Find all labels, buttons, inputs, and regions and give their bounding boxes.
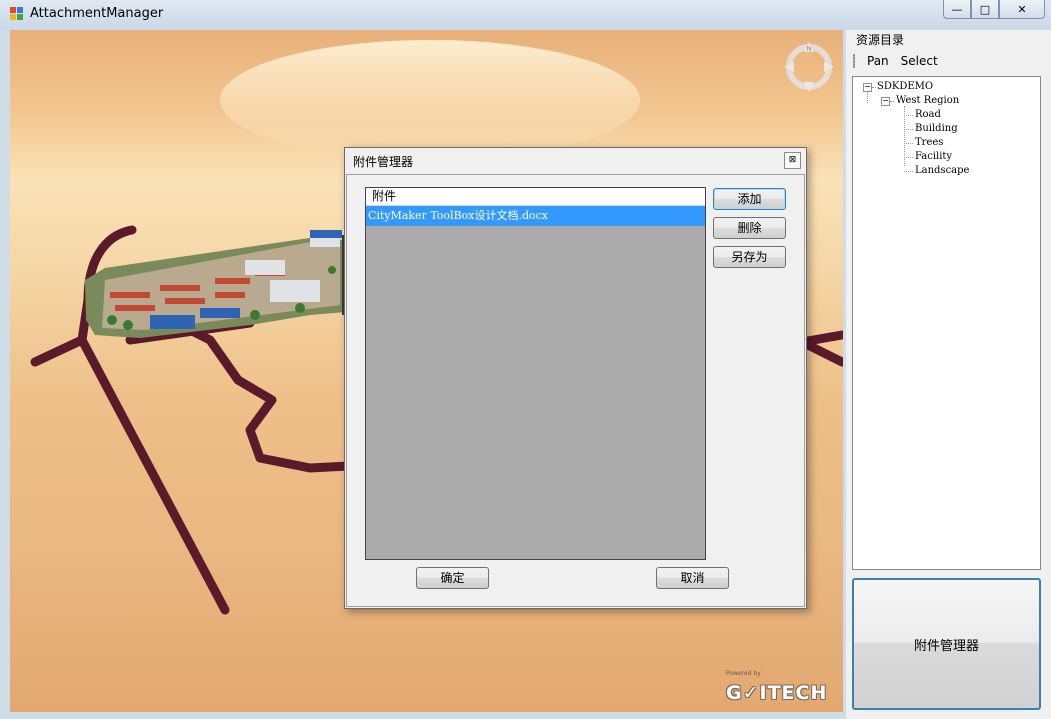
- list-item[interactable]: CityMaker ToolBox设计文档.docx: [366, 206, 705, 226]
- compass-icon[interactable]: N: [782, 40, 836, 94]
- list-header[interactable]: 附件: [366, 188, 705, 206]
- delete-button[interactable]: 删除: [713, 217, 786, 239]
- panel-toolbar: Pan Select: [851, 50, 1044, 72]
- collapse-icon[interactable]: −: [863, 83, 872, 92]
- ok-button[interactable]: 确定: [416, 567, 489, 589]
- panel-title: 资源目录: [856, 33, 905, 47]
- tree-node-root[interactable]: SDKDEMO: [877, 81, 933, 92]
- cancel-button[interactable]: 取消: [656, 567, 729, 589]
- resource-panel: 资源目录 Pan Select − SDKDEMO − West Region …: [846, 30, 1051, 719]
- tree-node-landscape[interactable]: Landscape: [915, 165, 969, 176]
- attachment-manager-button[interactable]: 附件管理器: [852, 578, 1041, 710]
- add-button[interactable]: 添加: [713, 188, 786, 210]
- collapse-icon[interactable]: −: [881, 97, 890, 106]
- minimize-button[interactable]: —: [943, 0, 971, 19]
- tree-node-facility[interactable]: Facility: [915, 151, 952, 162]
- dialog-body: 附件 CityMaker ToolBox设计文档.docx 添加 删除 另存为 …: [346, 174, 805, 607]
- app-icon: [10, 7, 24, 21]
- toolbar-grip-icon[interactable]: [853, 54, 855, 68]
- powered-by-text: Powered by: [726, 670, 761, 677]
- gvitech-logo: G✓ITECH: [726, 682, 828, 704]
- tree-node-road[interactable]: Road: [915, 109, 941, 120]
- attachment-list[interactable]: 附件 CityMaker ToolBox设计文档.docx: [365, 187, 706, 560]
- pan-button[interactable]: Pan: [861, 54, 895, 68]
- restore-button[interactable]: □: [971, 0, 999, 19]
- dialog-close-icon[interactable]: ⊠: [784, 152, 801, 169]
- resource-tree[interactable]: − SDKDEMO − West Region Road Building Tr…: [852, 76, 1041, 570]
- tree-node-west-region[interactable]: West Region: [896, 95, 959, 106]
- save-as-button[interactable]: 另存为: [713, 246, 786, 268]
- select-button[interactable]: Select: [895, 54, 944, 68]
- tree-node-building[interactable]: Building: [915, 123, 958, 134]
- window-title: AttachmentManager: [30, 6, 164, 21]
- tree-node-trees[interactable]: Trees: [915, 137, 943, 148]
- close-button[interactable]: ✕: [999, 0, 1045, 19]
- attachment-manager-dialog: 附件管理器 ⊠ 附件 CityMaker ToolBox设计文档.docx 添加…: [344, 147, 807, 609]
- title-bar: AttachmentManager — □ ✕: [0, 0, 1051, 30]
- svg-text:N: N: [806, 45, 811, 53]
- dialog-title: 附件管理器: [353, 155, 414, 169]
